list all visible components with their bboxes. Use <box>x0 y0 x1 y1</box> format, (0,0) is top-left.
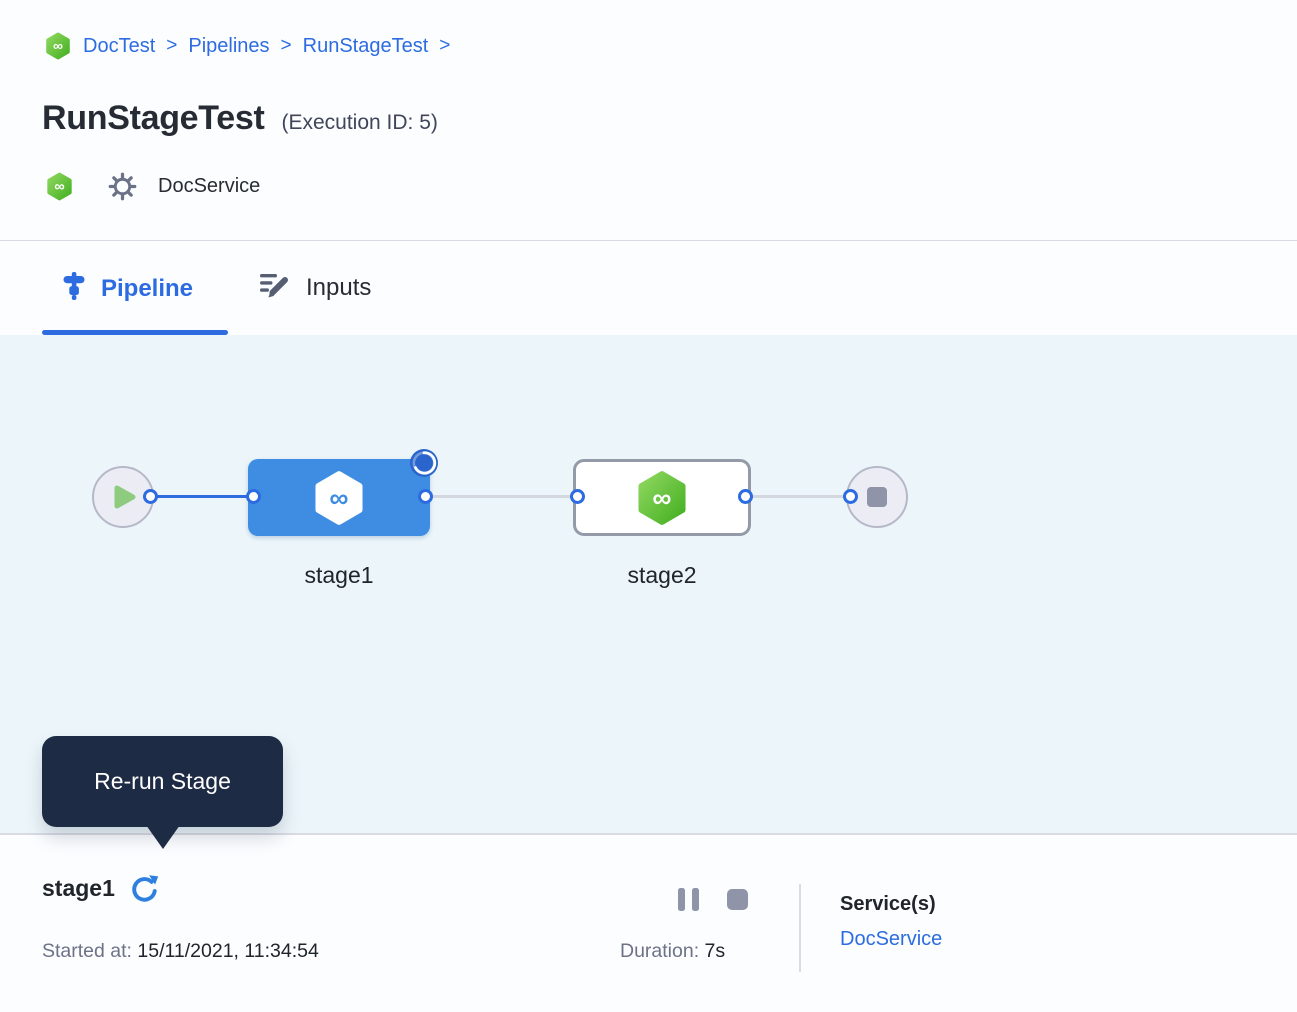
stage-details-footer: stage1 Started at: 15/11/2021, 11:34:54 … <box>0 835 1297 1012</box>
gear-icon <box>108 172 137 201</box>
footer-stage-row: stage1 <box>42 872 161 905</box>
services-label: Service(s) <box>840 893 936 916</box>
breadcrumb-separator: > <box>281 35 292 57</box>
duration-value: 7s <box>705 940 726 962</box>
service-link-docservice[interactable]: DocService <box>840 928 942 951</box>
breadcrumb-item-project[interactable]: DocTest <box>83 35 155 58</box>
pipeline-execution-page: ∞ DocTest > Pipelines > RunStageTest > R… <box>0 0 1297 1012</box>
footer-stage-name: stage1 <box>42 875 115 902</box>
tab-pipeline[interactable]: Pipeline <box>62 270 193 307</box>
header-divider <box>0 240 1297 241</box>
svg-text:∞: ∞ <box>652 482 671 512</box>
pipeline-icon <box>62 270 86 307</box>
stage2-harness-icon: ∞ <box>634 470 690 526</box>
duration-line: Duration: 7s <box>620 940 725 963</box>
svg-text:∞: ∞ <box>329 482 348 512</box>
tab-inputs[interactable]: Inputs <box>260 272 371 304</box>
service-name-label: DocService <box>158 175 260 198</box>
svg-text:∞: ∞ <box>53 37 63 53</box>
started-at-value: 15/11/2021, 11:34:54 <box>137 940 318 962</box>
breadcrumb: ∞ DocTest > Pipelines > RunStageTest > <box>44 32 450 60</box>
breadcrumb-separator: > <box>439 35 450 57</box>
edge-connector-dot <box>570 489 585 504</box>
stage2-label: stage2 <box>573 562 751 589</box>
footer-vertical-divider <box>799 884 801 972</box>
stage-node-stage1[interactable]: ∞ <box>248 459 430 536</box>
rerun-stage-tooltip: Re-run Stage <box>42 736 283 827</box>
edge-start-to-stage1 <box>150 495 253 498</box>
harness-project-icon: ∞ <box>44 32 72 60</box>
page-title: RunStageTest <box>42 99 264 138</box>
play-icon <box>113 484 137 510</box>
edge-connector-dot <box>246 489 261 504</box>
edge-connector-dot <box>143 489 158 504</box>
service-summary-row: ∞ DocService <box>45 172 260 201</box>
duration-label: Duration: <box>620 940 699 962</box>
pause-icon <box>692 888 699 911</box>
edge-stage2-to-end <box>745 495 851 498</box>
pause-button[interactable] <box>678 888 699 911</box>
tab-pipeline-label: Pipeline <box>101 275 193 303</box>
breadcrumb-item-pipeline-name[interactable]: RunStageTest <box>303 35 429 58</box>
pause-icon <box>678 888 685 911</box>
edge-stage1-to-stage2 <box>425 495 577 498</box>
svg-text:∞: ∞ <box>54 179 64 195</box>
stage1-harness-icon: ∞ <box>311 470 367 526</box>
breadcrumb-item-pipelines[interactable]: Pipelines <box>188 35 269 58</box>
stage-node-stage2[interactable]: ∞ <box>573 459 751 536</box>
stop-button[interactable] <box>727 889 748 910</box>
tooltip-label: Re-run Stage <box>94 768 231 795</box>
edge-connector-dot <box>738 489 753 504</box>
running-spinner-icon <box>409 448 439 478</box>
stage1-label: stage1 <box>248 562 430 589</box>
tab-inputs-label: Inputs <box>306 274 371 302</box>
page-title-row: RunStageTest (Execution ID: 5) <box>42 99 438 138</box>
edge-connector-dot <box>418 489 433 504</box>
stop-icon <box>867 487 887 507</box>
rerun-stage-button[interactable] <box>128 872 161 905</box>
started-at-line: Started at: 15/11/2021, 11:34:54 <box>42 940 319 963</box>
edge-connector-dot <box>843 489 858 504</box>
inputs-icon <box>260 272 291 304</box>
started-at-label: Started at: <box>42 940 132 962</box>
execution-id-label: (Execution ID: 5) <box>281 111 437 135</box>
tooltip-arrow <box>146 825 180 849</box>
harness-cd-icon: ∞ <box>45 172 74 201</box>
breadcrumb-separator: > <box>166 35 177 57</box>
